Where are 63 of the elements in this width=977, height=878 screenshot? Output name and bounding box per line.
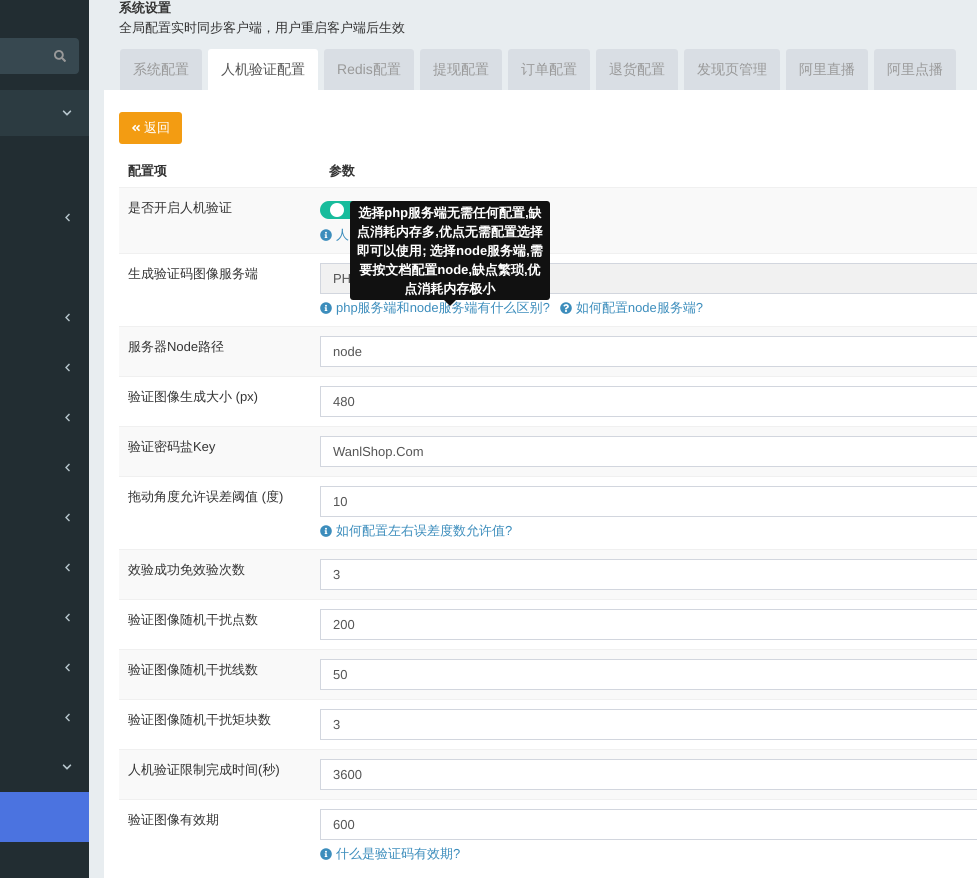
setting-label: 服务器Node路径 [127,338,226,356]
chevron-left-icon [63,312,72,322]
setting-label: 验证密码盐Key [127,438,216,456]
setting-label: 验证图像随机干扰矩块数 [127,711,272,729]
info-icon [320,229,332,241]
chevron-left-icon [63,412,72,422]
input-field[interactable]: WanlShop.Com [320,436,977,467]
info-icon [320,848,332,860]
chevron-left-icon [63,512,72,522]
tab[interactable]: 订单配置 [508,49,590,90]
chevron-left-icon [63,362,72,372]
tab[interactable]: Redis配置 [324,49,414,90]
tab[interactable]: 发现页管理 [684,49,780,90]
input-field[interactable]: 480 [320,386,977,417]
input-field[interactable]: 600 [320,809,977,840]
tab[interactable]: 人机验证配置 [208,49,318,90]
setting-label: 验证图像随机干扰点数 [127,611,259,629]
sidebar-item[interactable] [0,792,89,842]
column-header: 参数 [328,162,356,180]
help-link[interactable]: 如何配置左右误差度数允许值? [320,522,512,540]
chevron-left-icon [63,662,72,672]
setting-label: 拖动角度允许误差阈值 (度) [127,488,284,506]
page-subtitle: 全局配置实时同步客户端，用户重启客户端后生效 [119,19,406,37]
tab[interactable]: 阿里直播 [786,49,868,90]
chevron-down-icon [62,762,72,772]
help-link[interactable]: 什么是验证码有效期? [320,845,460,863]
setting-label: 验证图像生成大小 (px) [127,388,259,406]
input-field[interactable]: node [320,336,977,367]
tab[interactable]: 提现配置 [420,49,502,90]
input-field[interactable]: 200 [320,609,977,640]
setting-label: 是否开启人机验证 [127,199,233,217]
chevron-left-icon [63,462,72,472]
sidebar-item[interactable] [0,90,89,136]
double-chevron-left-icon [131,123,141,133]
column-header: 配置项 [127,162,168,180]
chevron-left-icon [63,212,72,222]
chevron-left-icon [63,612,72,622]
setting-label: 人机验证限制完成时间(秒) [127,761,281,779]
tab[interactable]: 阿里点播 [874,49,956,90]
input-field[interactable]: 50 [320,659,977,690]
input-field[interactable]: 3600 [320,759,977,790]
input-field[interactable]: 3 [320,709,977,740]
tab[interactable]: 系统配置 [120,49,202,90]
search-field[interactable] [0,38,79,74]
info-icon [320,525,332,537]
input-field[interactable]: 10 [320,486,977,517]
search-icon [54,50,66,62]
setting-label: 效验成功免效验次数 [127,561,246,579]
info-icon [320,302,332,314]
chevron-down-icon [62,108,72,118]
back-button[interactable]: 返回 [119,112,182,144]
chevron-left-icon [63,712,72,722]
tooltip: 选择php服务端无需任何配置,缺点消耗内存多,优点无需配置选择即可以使用; 选择node服务端,需要按文档配置node,缺点繁琐,优点消耗内存极小 [350,201,550,300]
help-link[interactable]: 如何配置node服务端? [560,299,703,317]
setting-label: 验证图像随机干扰线数 [127,661,259,679]
setting-label: 验证图像有效期 [127,811,220,829]
page-title: 系统设置 [119,1,172,15]
question-icon [560,302,572,314]
help-link[interactable]: 人 [320,226,349,244]
tab[interactable]: 退货配置 [596,49,678,90]
chevron-left-icon [63,562,72,572]
input-field[interactable]: 3 [320,559,977,590]
setting-label: 生成验证码图像服务端 [127,265,259,283]
